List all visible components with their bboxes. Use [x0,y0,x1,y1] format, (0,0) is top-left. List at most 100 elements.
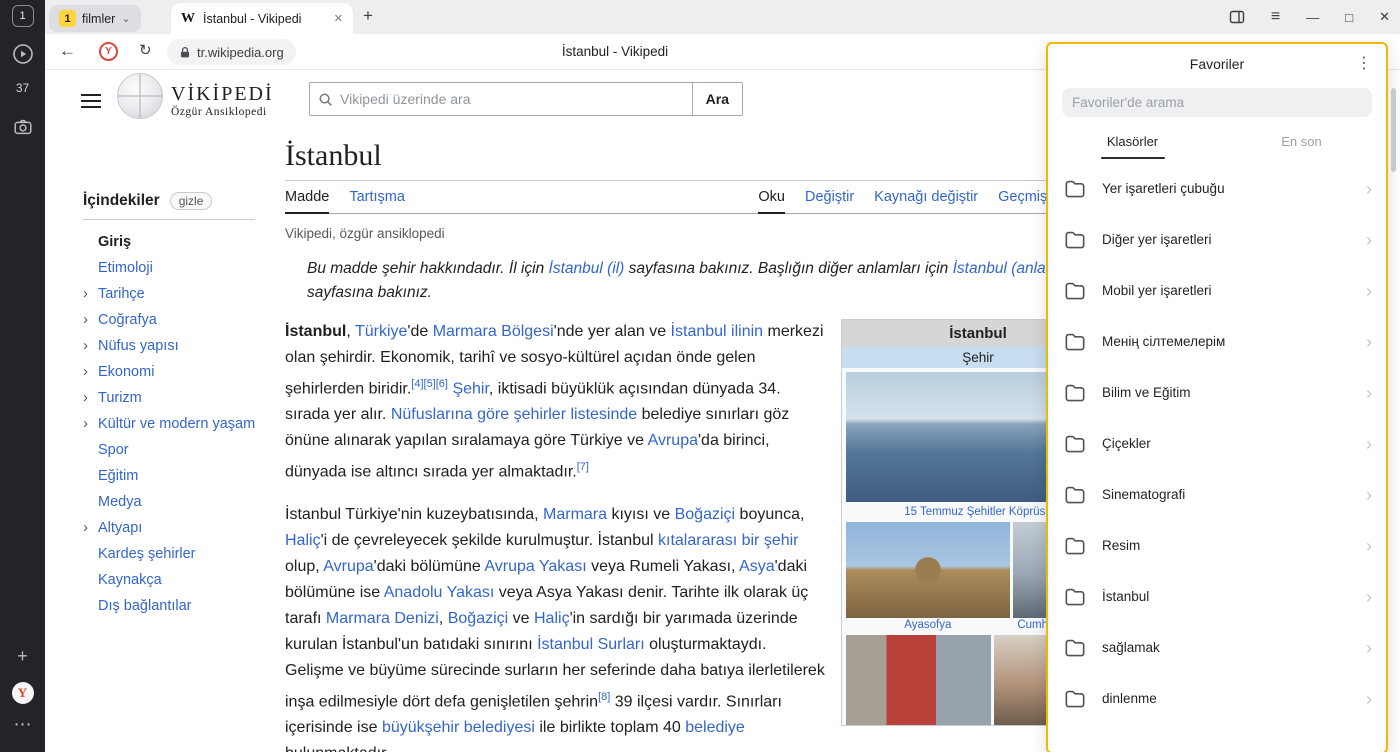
view-tab[interactable]: Değiştir [805,189,854,213]
toc-item[interactable]: ›Altyapı [83,515,283,541]
favorites-folder-row[interactable]: Yer işaretleri çubuğu› [1048,163,1386,214]
toc-item[interactable]: Etimoloji [83,255,283,281]
url-field[interactable]: tr.wikipedia.org [167,39,296,65]
chevron-right-icon[interactable]: › [83,411,98,437]
wiki-link[interactable]: Boğaziçi [448,610,508,627]
wiki-link[interactable]: İstanbul Surları [537,636,645,653]
chevron-right-icon[interactable]: › [83,333,98,359]
infobox-image-ayasofya[interactable] [846,522,1010,618]
favorites-folder-row[interactable]: Diğer yer işaretleri› [1048,214,1386,265]
video-panel-button[interactable] [0,42,45,66]
toc-item[interactable]: Spor [83,437,283,463]
namespace-tab[interactable]: Madde [285,189,329,214]
toc-item[interactable]: Kaynakça [83,567,283,593]
yandex-search-button[interactable]: Y [99,42,118,61]
favorites-folder-row[interactable]: Resim› [1048,520,1386,571]
wiki-link[interactable]: Şehir [452,380,488,397]
favorites-folder-row[interactable]: Sinematografi› [1048,469,1386,520]
reference-link[interactable]: [4][5][6] [411,378,448,390]
wiki-search-button[interactable]: Ara [693,82,743,116]
chevron-right-icon[interactable]: › [83,385,98,411]
favorites-folder-row[interactable]: dinlenme› [1048,673,1386,724]
favorites-folder-row[interactable]: İstanbul› [1048,571,1386,622]
kebab-menu-icon[interactable]: ⋮ [1356,53,1372,73]
tab-group-count-badge[interactable]: 1 [12,5,34,27]
window-minimize-button[interactable]: — [1306,10,1319,25]
toc-item[interactable]: ›Ekonomi [83,359,283,385]
favorites-tab[interactable]: En son [1217,123,1386,159]
back-button[interactable]: ← [59,41,76,61]
wiki-link[interactable]: büyükşehir belediyesi [382,719,535,736]
toc-item-label[interactable]: Medya [98,494,142,510]
wiki-link[interactable]: Nüfuslarına göre şehirler listesinde [391,406,637,423]
toc-item[interactable]: ›Tarihçe [83,281,283,307]
toc-item[interactable]: ›Turizm [83,385,283,411]
reference-link[interactable]: [8] [598,691,610,703]
toc-item-label[interactable]: Kaynakça [98,572,162,588]
toc-item[interactable]: ›Nüfus yapısı [83,333,283,359]
toc-item-label[interactable]: Kültür ve modern yaşam [98,416,255,432]
wiki-link[interactable]: belediye [685,719,745,736]
active-tab[interactable]: W İstanbul - Vikipedi ✕ [171,3,353,34]
wiki-link[interactable]: kıtalararası bir şehir [658,532,799,549]
wiki-menu-button[interactable] [81,94,101,108]
wiki-link[interactable]: Avrupa [323,558,373,575]
toc-item[interactable]: Giriş [83,229,283,255]
chevron-right-icon[interactable]: › [83,515,98,541]
namespace-tab[interactable]: Tartışma [349,189,405,213]
toc-item-label[interactable]: Eğitim [98,468,138,484]
toc-item-label[interactable]: Spor [98,442,129,458]
toc-item-label[interactable]: Tarihçe [98,286,145,302]
tab-group-chip[interactable]: 1 filmler ⌄ [49,5,141,32]
favorites-folder-row[interactable]: Менің сілтемелерім› [1048,316,1386,367]
toc-item-label[interactable]: Kardeş şehirler [98,546,196,562]
toc-item-label[interactable]: Nüfus yapısı [98,338,179,354]
wiki-link[interactable]: Marmara Bölgesi [433,323,554,340]
wiki-link[interactable]: Boğaziçi [675,506,735,523]
infobox-image-tram[interactable] [846,635,991,725]
wiki-link[interactable]: Marmara Denizi [326,610,439,627]
window-close-button[interactable]: ✕ [1379,9,1390,25]
chevron-right-icon[interactable]: › [83,359,98,385]
toc-item-label[interactable]: Giriş [98,234,131,250]
favorites-folder-row[interactable]: sağlamak› [1048,622,1386,673]
yandex-logo[interactable]: Y [0,682,45,704]
toc-item-label[interactable]: Dış bağlantılar [98,598,192,614]
view-tab[interactable]: Kaynağı değiştir [874,189,978,213]
chevron-right-icon[interactable]: › [83,307,98,333]
tab-group-indicator[interactable]: 1 [0,5,45,27]
screenshot-button[interactable] [0,116,45,138]
window-maximize-button[interactable]: □ [1345,10,1353,25]
wikipedia-wordmark[interactable]: VİKİPEDİ Özgür Ansiklopedi [171,84,274,118]
reference-link[interactable]: [7] [577,461,589,473]
toc-item-label[interactable]: Turizm [98,390,142,406]
new-tab-button[interactable]: + [363,6,373,26]
favorites-folder-row[interactable]: Mobil yer işaretleri› [1048,265,1386,316]
chevron-right-icon[interactable]: › [83,281,98,307]
side-panel-toggle-button[interactable] [1229,9,1245,25]
wiki-link[interactable]: Türkiye [355,323,407,340]
wiki-link[interactable]: Asya [739,558,775,575]
wiki-link[interactable]: Avrupa [648,432,698,449]
refresh-button[interactable]: ↻ [139,41,152,59]
toc-item[interactable]: Eğitim [83,463,283,489]
favorites-folder-row[interactable]: Çiçekler› [1048,418,1386,469]
close-tab-icon[interactable]: ✕ [334,12,343,25]
toc-item-label[interactable]: Coğrafya [98,312,157,328]
wiki-link[interactable]: İstanbul ilinin [671,323,764,340]
toc-item-label[interactable]: Altyapı [98,520,142,536]
rail-counter-badge[interactable]: 37 [0,81,45,95]
toc-item[interactable]: ›Coğrafya [83,307,283,333]
toc-hide-button[interactable]: gizle [170,192,213,210]
toc-item[interactable]: Medya [83,489,283,515]
wiki-link[interactable]: İstanbul (il) [549,260,625,277]
favorites-tab[interactable]: Klasörler [1048,123,1217,159]
toc-item[interactable]: Kardeş şehirler [83,541,283,567]
rail-overflow-button[interactable]: ⋯ [0,714,45,735]
infobox-caption[interactable]: Ayasofya [846,618,1010,633]
rail-add-button[interactable]: + [0,646,45,667]
toc-item[interactable]: Dış bağlantılar [83,593,283,619]
wiki-search-box[interactable] [309,82,693,116]
panel-scrollbar-thumb[interactable] [1391,88,1396,172]
toc-item[interactable]: ›Kültür ve modern yaşam [83,411,283,437]
